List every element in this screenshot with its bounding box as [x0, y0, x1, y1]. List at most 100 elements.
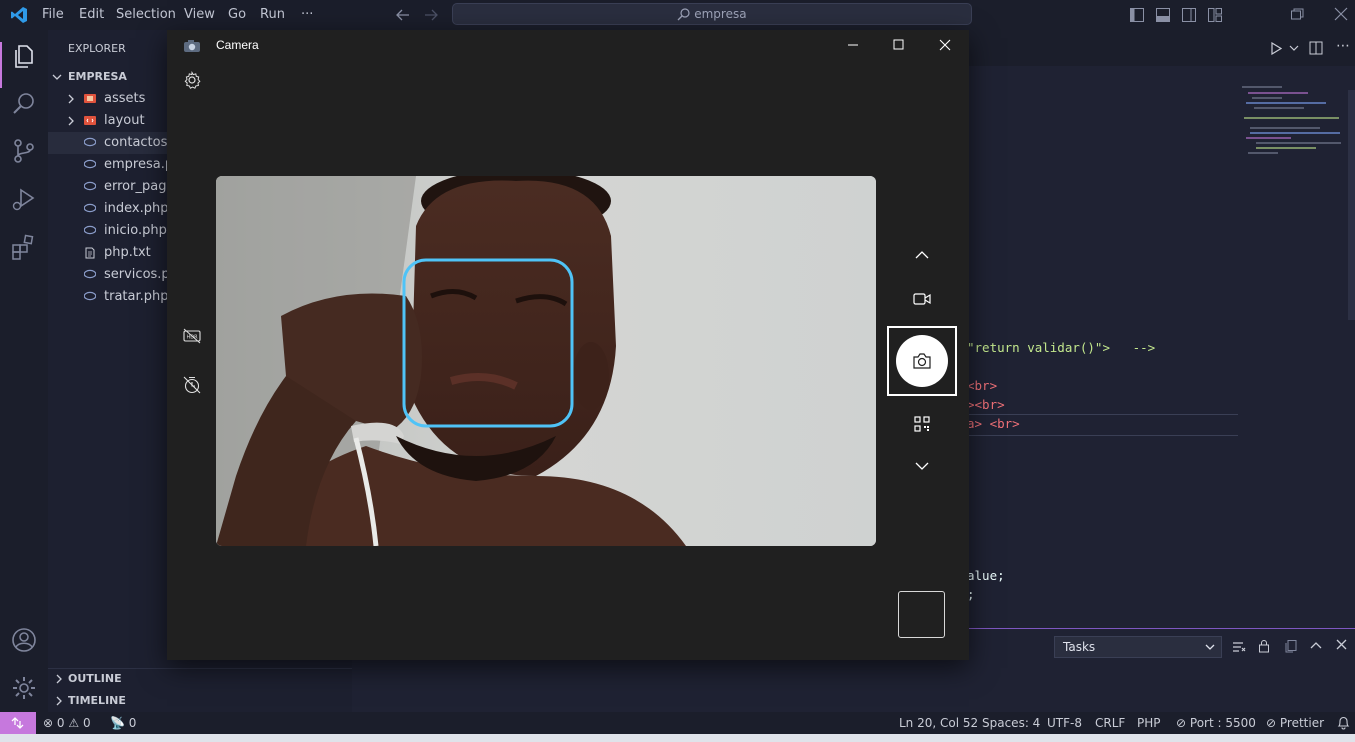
video-mode-icon[interactable] — [912, 290, 932, 308]
panel-task-dropdown[interactable]: Tasks — [1054, 636, 1222, 658]
chevron-right-icon — [68, 94, 74, 104]
maximize-panel-icon[interactable] — [1310, 641, 1322, 649]
window-restore-icon[interactable] — [1290, 8, 1304, 20]
explorer-title: EXPLORER — [68, 42, 126, 55]
explorer-files-icon[interactable] — [10, 42, 38, 70]
remote-indicator[interactable] — [0, 712, 36, 734]
timeline-section-header[interactable]: TIMELINE — [48, 690, 352, 712]
php-file-icon — [84, 203, 96, 213]
code-line: "return validar()"> --> — [967, 340, 1155, 355]
chevron-down-icon[interactable] — [1289, 44, 1299, 52]
menu-edit[interactable]: Edit — [79, 7, 104, 22]
settings-gear-icon[interactable] — [10, 674, 38, 702]
menu-more[interactable]: ··· — [301, 7, 313, 22]
last-capture-thumbnail[interactable] — [898, 591, 945, 638]
camera-window-title: Camera — [216, 38, 259, 52]
menu-go[interactable]: Go — [228, 7, 246, 22]
toggle-secondary-sidebar-icon[interactable] — [1181, 7, 1197, 23]
language-mode[interactable]: PHP — [1137, 712, 1161, 734]
prettier-icon: ⊘ — [1266, 716, 1277, 730]
cursor-position[interactable]: Ln 20, Col 52 — [899, 712, 978, 734]
prettier-status[interactable]: ⊘ Prettier — [1266, 712, 1324, 734]
search-icon — [677, 8, 691, 21]
take-photo-button[interactable] — [896, 335, 948, 387]
hdr-toggle-icon[interactable]: HDR — [183, 328, 201, 344]
menu-run[interactable]: Run — [260, 7, 285, 22]
remote-icon — [11, 717, 24, 729]
problems-indicator[interactable]: ⊗ 0 ⚠ 0 — [43, 712, 91, 734]
chevron-up-icon[interactable] — [912, 248, 932, 262]
menu-file[interactable]: File — [42, 7, 64, 22]
toggle-sidebar-icon[interactable] — [1129, 7, 1145, 23]
split-editor-icon[interactable] — [1309, 41, 1323, 55]
nav-forward-icon[interactable] — [424, 8, 438, 22]
accounts-icon[interactable] — [10, 626, 38, 654]
command-center-search[interactable]: empresa — [452, 3, 972, 25]
code-text: "return validar()"> --> — [967, 340, 1156, 355]
tree-item-label: layout — [104, 113, 145, 128]
source-control-icon[interactable] — [10, 137, 38, 165]
tree-item-label: tratar.php — [104, 289, 169, 304]
panel-task-dropdown-value: Tasks — [1063, 640, 1096, 654]
minimize-icon[interactable] — [830, 30, 876, 60]
chevron-down-icon — [52, 74, 62, 80]
command-center-text: empresa — [694, 7, 747, 21]
prettier-label: Prettier — [1279, 716, 1325, 730]
php-file-icon — [84, 159, 96, 169]
qr-code-scan-icon[interactable] — [913, 415, 931, 433]
indentation[interactable]: Spaces: 4 — [982, 712, 1040, 734]
error-count: 0 — [56, 716, 65, 730]
camera-preview-image — [216, 176, 876, 546]
close-icon[interactable] — [922, 30, 968, 60]
photo-timer-icon[interactable] — [183, 376, 201, 394]
clear-output-icon[interactable] — [1232, 641, 1246, 653]
workspace-folder-name: EMPRESA — [68, 70, 127, 83]
run-file-icon[interactable] — [1270, 42, 1282, 55]
window-close-icon[interactable] — [1334, 7, 1348, 21]
php-file-icon — [84, 225, 96, 235]
activity-bar — [0, 30, 48, 712]
maximize-icon[interactable] — [876, 30, 922, 60]
tree-item-label: php.txt — [104, 245, 151, 260]
encoding[interactable]: UTF-8 — [1047, 712, 1082, 734]
chevron-right-icon — [68, 116, 74, 126]
port-icon: ⊘ — [1176, 716, 1187, 730]
camera-settings-gear-icon[interactable] — [183, 71, 201, 89]
code-line: alue; — [967, 568, 1005, 583]
run-debug-icon[interactable] — [10, 185, 38, 213]
menu-selection[interactable]: Selection — [116, 7, 176, 22]
nav-back-icon[interactable] — [396, 8, 410, 22]
chevron-down-icon[interactable] — [912, 459, 932, 473]
camera-preview — [216, 176, 876, 546]
end-of-line[interactable]: CRLF — [1095, 712, 1125, 734]
notifications-bell-icon[interactable] — [1337, 716, 1350, 730]
extensions-icon[interactable] — [10, 233, 38, 261]
photo-mode-selected — [887, 326, 957, 396]
more-actions-icon[interactable]: ⋯ — [1336, 38, 1350, 54]
php-file-icon — [84, 137, 96, 147]
code-line: a> <br> — [967, 416, 1020, 431]
code-line: <br> — [967, 378, 998, 393]
php-file-icon — [84, 181, 96, 191]
outline-section-header[interactable]: OUTLINE — [48, 668, 352, 690]
php-file-icon — [84, 291, 96, 301]
text-file-icon — [85, 247, 95, 259]
tree-item-label: inicio.php — [104, 223, 167, 238]
close-panel-icon[interactable] — [1336, 639, 1347, 650]
photo-camera-icon — [913, 353, 931, 369]
outline-title: OUTLINE — [68, 672, 122, 685]
chevron-right-icon — [56, 696, 62, 706]
copy-icon[interactable] — [1284, 639, 1298, 653]
status-bar: ⊗ 0 ⚠ 0 📡 0 Ln 20, Col 52 Spaces: 4 UTF-… — [0, 712, 1355, 734]
search-icon[interactable] — [10, 90, 38, 118]
ports-indicator[interactable]: 📡 0 — [110, 712, 136, 734]
toggle-panel-icon[interactable] — [1155, 7, 1171, 23]
editor-scrollbar[interactable] — [1348, 90, 1355, 320]
camera-app-icon — [184, 40, 200, 52]
lock-scroll-icon[interactable] — [1258, 639, 1270, 653]
customize-layout-icon[interactable] — [1207, 7, 1223, 23]
menu-view[interactable]: View — [184, 7, 215, 22]
broadcast-icon: 📡 — [110, 716, 125, 730]
error-icon: ⊗ — [43, 716, 54, 730]
live-server-port[interactable]: ⊘ Port : 5500 — [1176, 712, 1256, 734]
